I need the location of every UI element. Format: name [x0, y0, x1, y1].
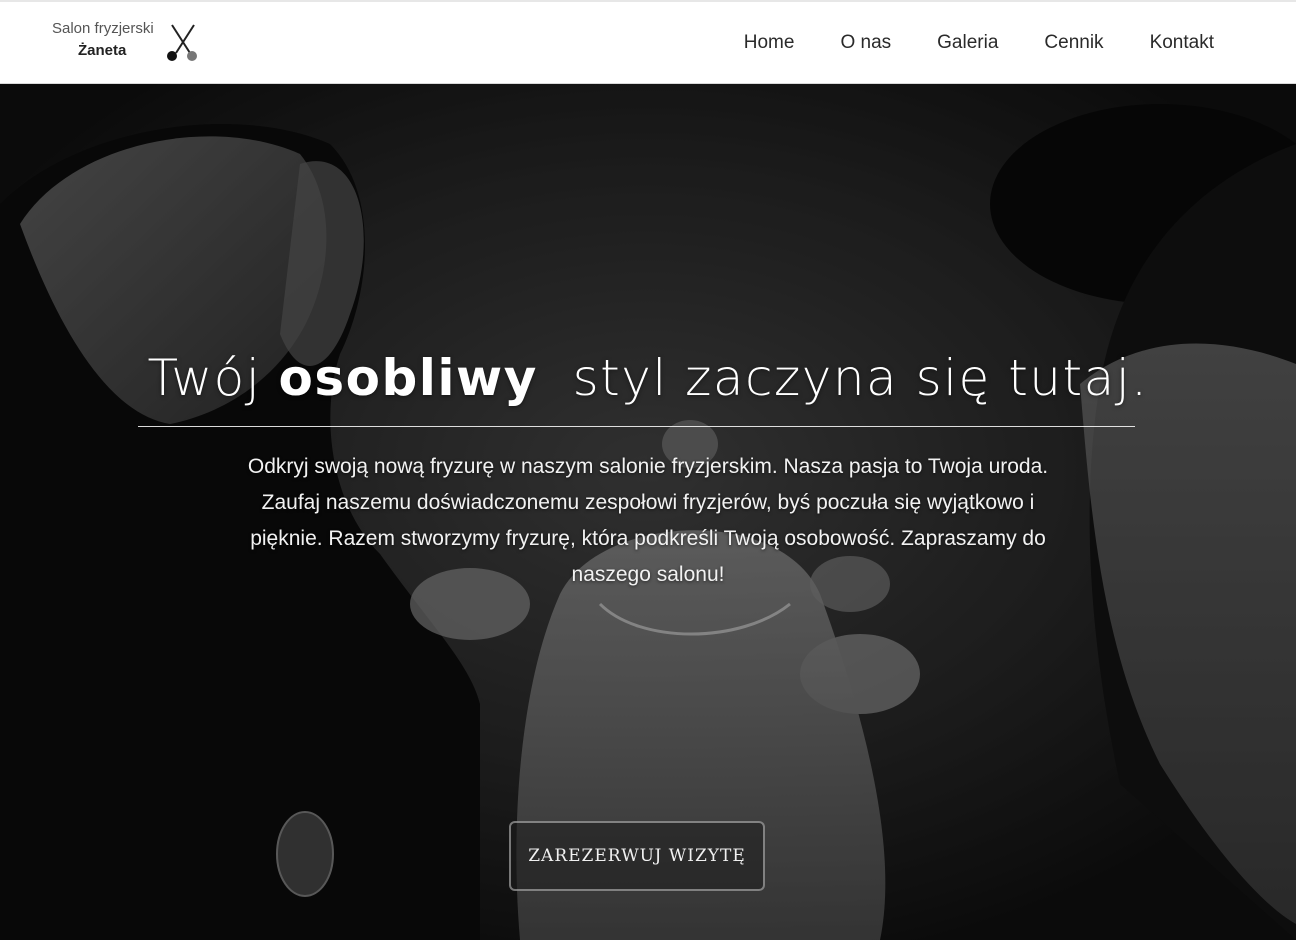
page: Salon fryzjerski Żaneta Home O nas Galer…	[0, 0, 1296, 940]
logo[interactable]: Salon fryzjerski Żaneta	[50, 20, 210, 66]
hero-intro-text: Odkryj swoją nową fryzurę w naszym salon…	[247, 455, 1049, 586]
nav-kontakt[interactable]: Kontakt	[1150, 32, 1214, 54]
main-nav: Home O nas Galeria Cennik Kontakt	[744, 32, 1214, 54]
headline-pre: Twój	[147, 349, 279, 407]
nav-o-nas[interactable]: O nas	[840, 32, 891, 54]
book-visit-button[interactable]: ZAREZERWUJ WIZYTĘ	[509, 821, 765, 891]
headline-divider	[138, 426, 1135, 427]
scissors-icon	[167, 24, 197, 61]
logo-line1: Salon fryzjerski	[52, 20, 154, 37]
logo-line2: Żaneta	[78, 42, 127, 59]
hero-section: Twój osobliwy styl zaczyna się tutaj. Od…	[0, 84, 1296, 940]
nav-home[interactable]: Home	[744, 32, 795, 54]
site-header: Salon fryzjerski Żaneta Home O nas Galer…	[0, 0, 1296, 84]
headline-bold: osobliwy	[278, 349, 538, 407]
headline-post: styl zaczyna się tutaj.	[537, 349, 1149, 407]
hero-headline: Twój osobliwy styl zaczyna się tutaj.	[0, 349, 1296, 407]
nav-galeria[interactable]: Galeria	[937, 32, 998, 54]
nav-cennik[interactable]: Cennik	[1044, 32, 1103, 54]
